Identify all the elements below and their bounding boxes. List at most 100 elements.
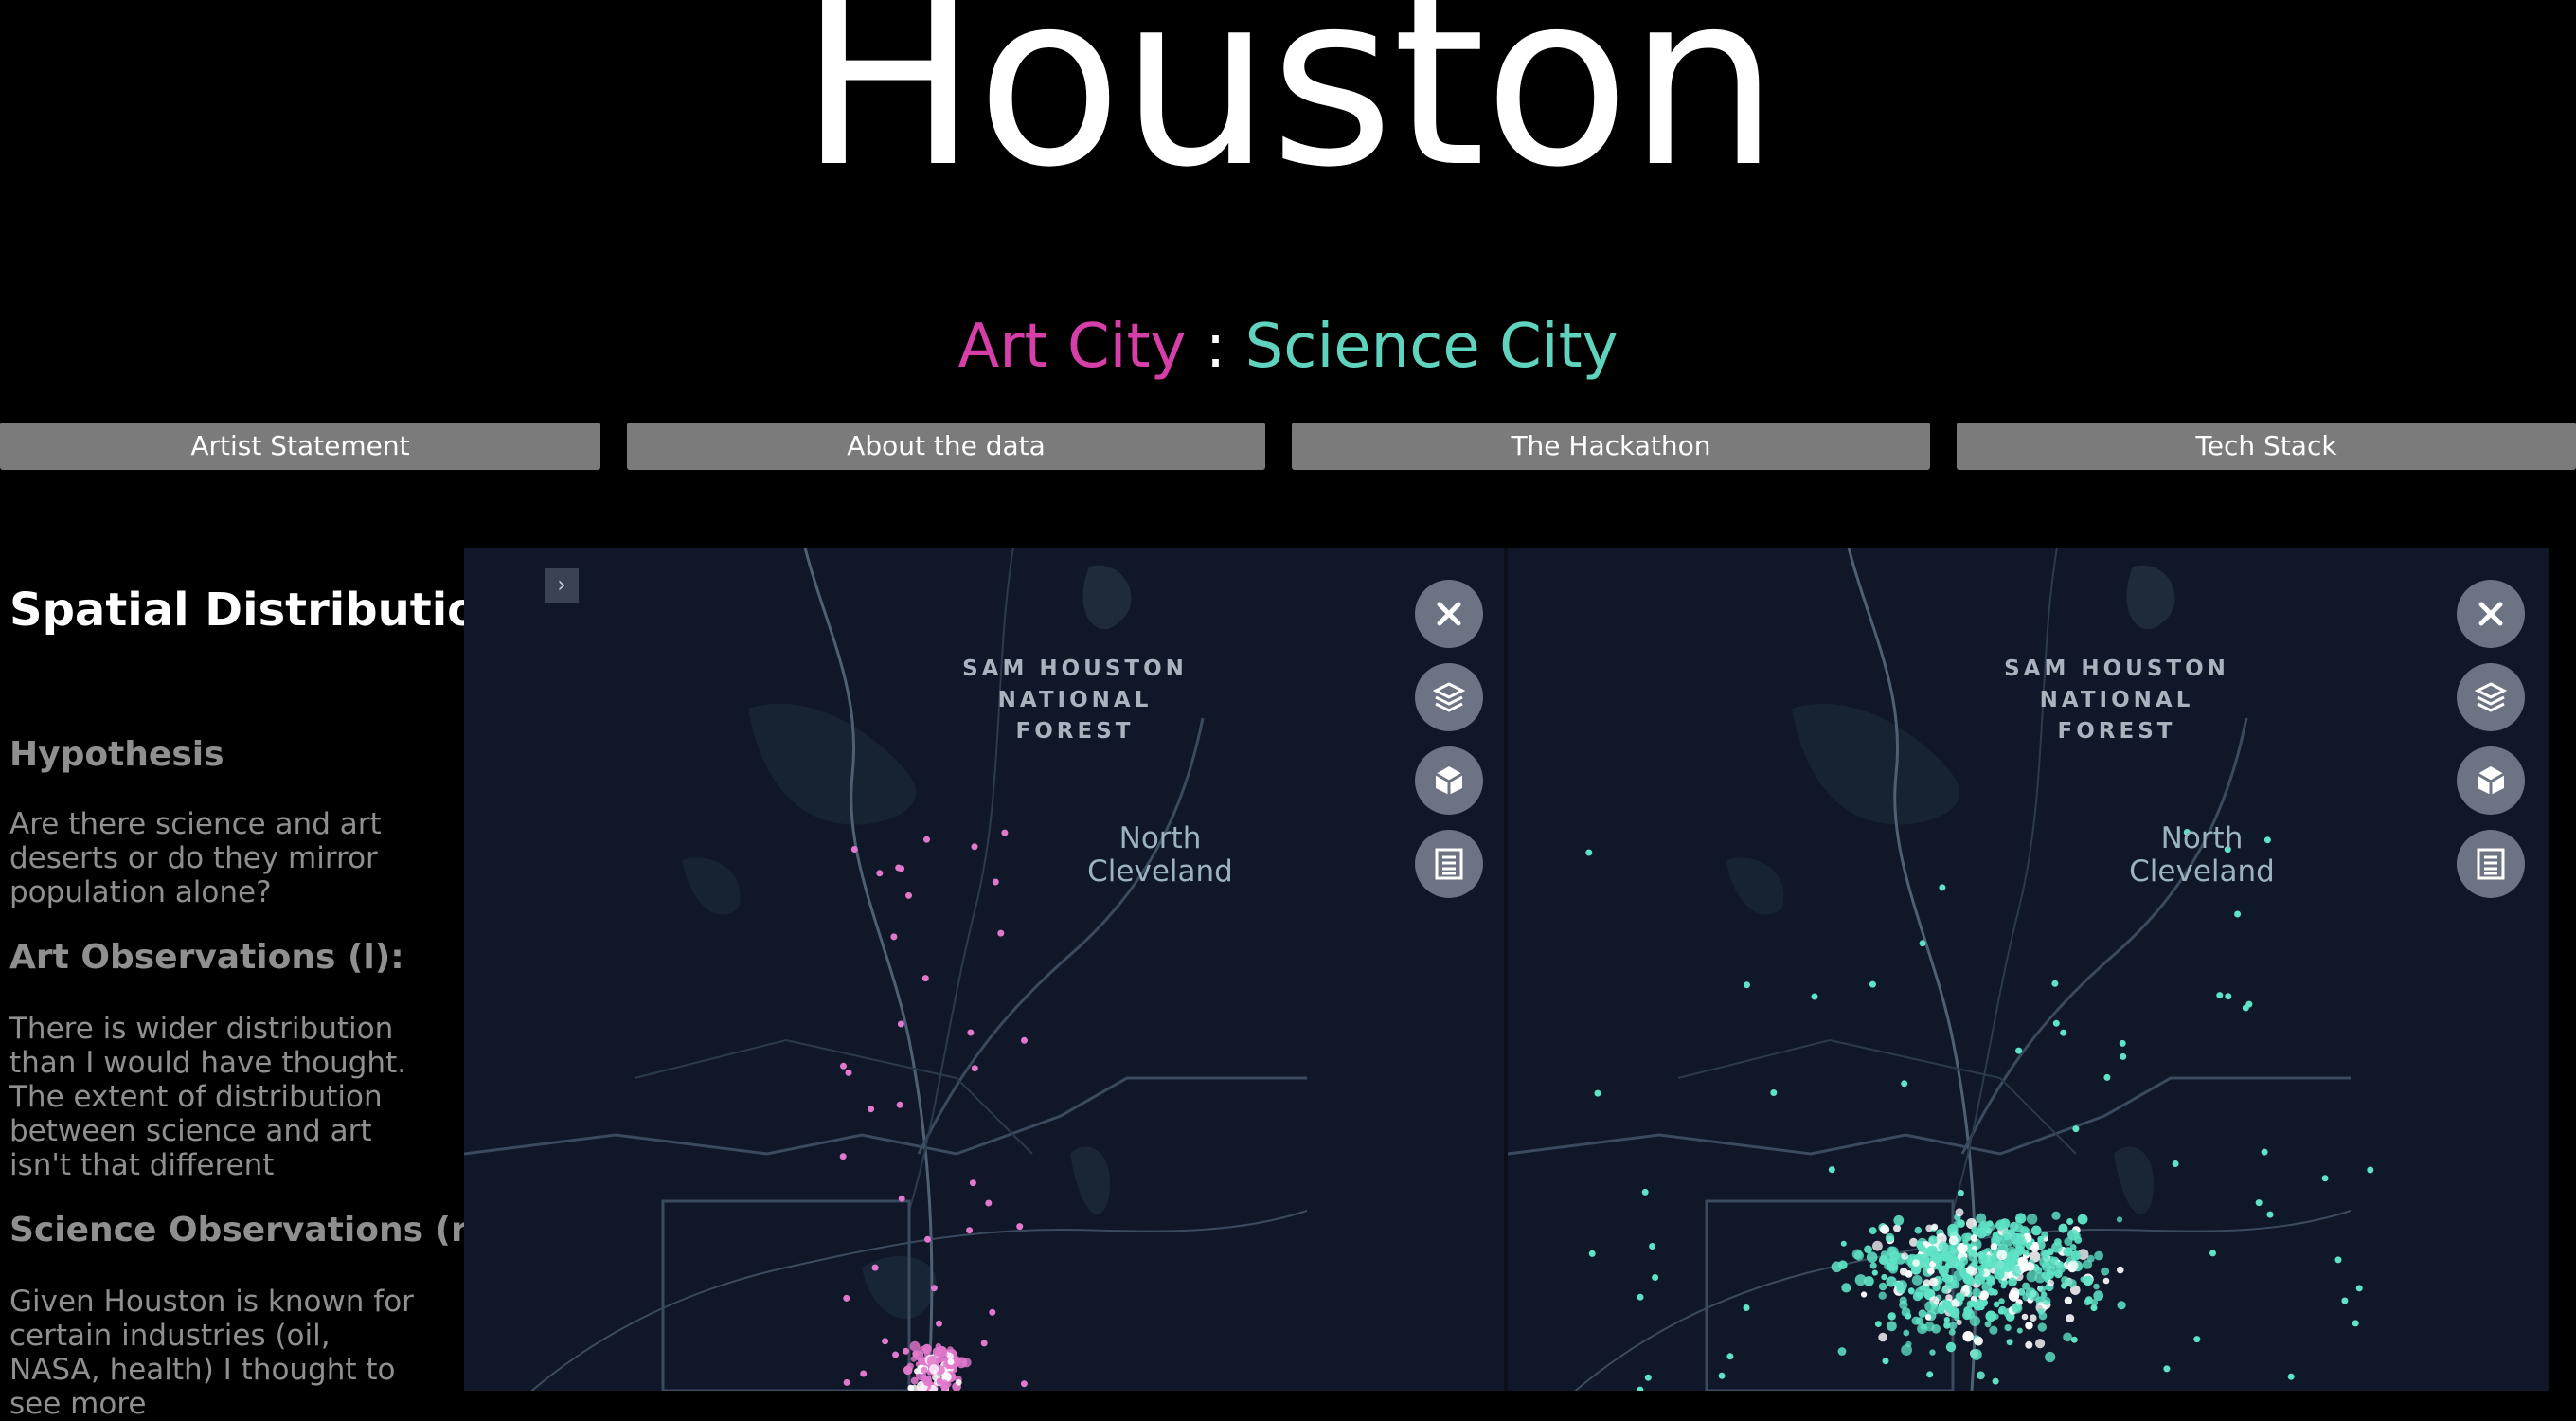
data-point bbox=[868, 1106, 875, 1113]
close-icon bbox=[2478, 602, 2503, 626]
data-point bbox=[1871, 1269, 1878, 1276]
data-point bbox=[871, 1264, 879, 1271]
data-point bbox=[2067, 1279, 2077, 1288]
data-point bbox=[1947, 1274, 1957, 1285]
data-point bbox=[2060, 1029, 2067, 1036]
data-point bbox=[1899, 1268, 1908, 1276]
data-point bbox=[2030, 1243, 2040, 1252]
data-point bbox=[2030, 1314, 2037, 1322]
data-point bbox=[2102, 1277, 2110, 1285]
data-point bbox=[1948, 1328, 1956, 1336]
data-point bbox=[1930, 1304, 1941, 1315]
data-point bbox=[2026, 1214, 2038, 1225]
nav-about-data-button[interactable]: About the data bbox=[627, 423, 1265, 470]
data-point bbox=[947, 1346, 954, 1353]
data-point bbox=[1962, 1331, 1974, 1342]
data-point bbox=[1919, 1253, 1930, 1265]
data-point bbox=[1878, 1255, 1888, 1266]
data-point bbox=[2117, 1266, 2124, 1274]
data-point bbox=[980, 1340, 988, 1347]
data-point bbox=[2334, 1256, 2342, 1264]
data-point bbox=[1957, 1189, 1964, 1196]
data-point bbox=[897, 1020, 904, 1028]
data-point bbox=[860, 1370, 868, 1377]
data-point bbox=[1912, 1291, 1923, 1302]
data-point bbox=[896, 1101, 903, 1108]
data-point bbox=[1998, 1305, 2007, 1315]
data-point bbox=[924, 1235, 931, 1243]
data-point bbox=[2045, 1270, 2055, 1280]
right-legend-button[interactable] bbox=[2457, 830, 2525, 898]
city-label-text: North Cleveland bbox=[1087, 821, 1233, 889]
forest-label-text: SAM HOUSTON NATIONAL FOREST bbox=[2004, 657, 2229, 744]
forest-label-text: SAM HOUSTON NATIONAL FOREST bbox=[962, 657, 1188, 744]
data-point bbox=[2066, 1314, 2075, 1323]
data-point bbox=[936, 1356, 943, 1364]
data-point bbox=[1869, 980, 1876, 988]
data-point bbox=[2234, 910, 2242, 918]
data-point bbox=[2103, 1073, 2111, 1081]
data-point bbox=[2006, 1339, 2013, 1346]
left-3d-view-button[interactable] bbox=[1415, 746, 1483, 815]
data-point bbox=[2061, 1282, 2067, 1289]
data-point bbox=[2094, 1250, 2103, 1261]
data-point bbox=[1966, 1277, 1976, 1286]
data-point bbox=[936, 1320, 942, 1327]
data-point bbox=[1976, 1213, 1987, 1224]
layers-icon bbox=[1433, 682, 1465, 712]
left-map-city-label: North Cleveland bbox=[1037, 822, 1283, 889]
data-point bbox=[898, 865, 905, 872]
data-point bbox=[1986, 1276, 1995, 1286]
right-close-button[interactable] bbox=[2457, 580, 2525, 648]
data-point bbox=[2037, 1235, 2045, 1243]
expand-sidebar-button[interactable]: › bbox=[545, 568, 579, 603]
map-container[interactable]: › SAM HOUSTON NATIONAL FOREST North Clev… bbox=[464, 548, 2549, 1391]
data-point bbox=[1936, 1264, 1943, 1271]
data-point bbox=[905, 891, 912, 899]
right-3d-view-button[interactable] bbox=[2457, 746, 2525, 815]
data-point bbox=[1931, 1223, 1939, 1231]
data-point bbox=[1992, 1377, 1999, 1385]
data-point bbox=[1912, 1259, 1920, 1267]
data-point bbox=[845, 1069, 852, 1076]
data-point bbox=[1770, 1089, 1778, 1096]
data-point bbox=[1977, 1251, 1987, 1261]
data-point bbox=[921, 975, 929, 982]
data-point bbox=[2116, 1216, 2123, 1223]
data-point bbox=[1841, 1283, 1852, 1293]
data-point bbox=[2083, 1275, 2094, 1286]
nav-tech-stack-button[interactable]: Tech Stack bbox=[1957, 423, 2576, 470]
data-point bbox=[2010, 1287, 2020, 1298]
data-point bbox=[1905, 1340, 1912, 1348]
nav-artist-statement-button[interactable]: Artist Statement bbox=[0, 423, 600, 470]
close-icon bbox=[1437, 602, 1461, 626]
data-point bbox=[2035, 1339, 2046, 1349]
science-observations-heading: Science Observations (r): bbox=[9, 1211, 497, 1250]
data-point bbox=[971, 1065, 978, 1072]
data-point bbox=[997, 929, 1005, 937]
data-point bbox=[1649, 1243, 1656, 1250]
data-point bbox=[1887, 1321, 1897, 1332]
data-point bbox=[2064, 1296, 2073, 1305]
data-point bbox=[947, 1358, 955, 1365]
data-point bbox=[1641, 1188, 1649, 1196]
data-point bbox=[1919, 940, 1926, 947]
data-point bbox=[1852, 1249, 1863, 1260]
data-point bbox=[1940, 1270, 1947, 1278]
nav-hackathon-button[interactable]: The Hackathon bbox=[1292, 423, 1930, 470]
legend-list-icon bbox=[1435, 848, 1463, 880]
data-point bbox=[1956, 1319, 1962, 1326]
data-point bbox=[1922, 1247, 1929, 1254]
data-point bbox=[1878, 1291, 1887, 1300]
left-layers-button[interactable] bbox=[1415, 663, 1483, 731]
data-point bbox=[1971, 1226, 1979, 1233]
city-label-text: North Cleveland bbox=[2129, 821, 2275, 889]
left-legend-button[interactable] bbox=[1415, 830, 1483, 898]
data-point bbox=[921, 1366, 928, 1374]
data-point bbox=[1588, 1250, 1596, 1257]
data-point bbox=[2051, 1242, 2063, 1253]
left-close-button[interactable] bbox=[1415, 580, 1483, 648]
right-layers-button[interactable] bbox=[2457, 663, 2525, 731]
data-point bbox=[2000, 1283, 2007, 1289]
data-point bbox=[2101, 1267, 2110, 1276]
